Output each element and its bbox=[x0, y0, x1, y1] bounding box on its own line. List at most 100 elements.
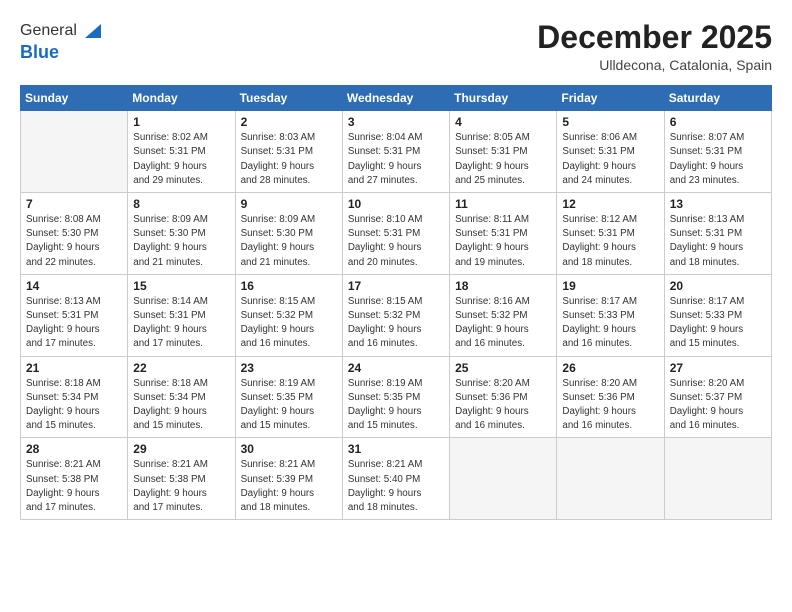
day-number: 18 bbox=[455, 279, 551, 293]
weekday-header-wednesday: Wednesday bbox=[342, 86, 449, 111]
calendar-cell: 22 Sunrise: 8:18 AMSunset: 5:34 PMDayligh… bbox=[128, 356, 235, 438]
day-number: 4 bbox=[455, 115, 551, 129]
page: General Blue December 2025 Ulldecona, Ca… bbox=[0, 0, 792, 612]
calendar-cell: 1 Sunrise: 8:02 AMSunset: 5:31 PMDaylight… bbox=[128, 111, 235, 193]
logo-blue-text: Blue bbox=[20, 42, 59, 62]
calendar-cell: 6Sunrise: 8:07 AMSunset: 5:31 PMDaylight… bbox=[664, 111, 771, 193]
day-info: Sunrise: 8:17 AMSunset: 5:33 PMDaylight:… bbox=[562, 295, 658, 352]
weekday-header-row: SundayMondayTuesdayWednesdayThursdayFrid… bbox=[21, 86, 772, 111]
day-info: Sunrise: 8:13 AMSunset: 5:31 PMDaylight:… bbox=[670, 213, 766, 270]
calendar-cell: 8 Sunrise: 8:09 AMSunset: 5:30 PMDaylight… bbox=[128, 193, 235, 275]
day-number: 16 bbox=[241, 279, 337, 293]
day-info: Sunrise: 8:12 AMSunset: 5:31 PMDaylight:… bbox=[562, 213, 658, 270]
calendar-cell: 18 Sunrise: 8:16 AMSunset: 5:32 PMDayligh… bbox=[450, 274, 557, 356]
calendar-cell: 9 Sunrise: 8:09 AMSunset: 5:30 PMDaylight… bbox=[235, 193, 342, 275]
day-number: 9 bbox=[241, 197, 337, 211]
calendar-cell bbox=[450, 438, 557, 520]
calendar-cell: 23Sunrise: 8:19 AMSunset: 5:35 PMDayligh… bbox=[235, 356, 342, 438]
day-number: 13 bbox=[670, 197, 766, 211]
day-info: Sunrise: 8:09 AMSunset: 5:30 PMDaylight:… bbox=[133, 213, 229, 270]
logo-icon bbox=[79, 20, 101, 42]
day-info: Sunrise: 8:10 AMSunset: 5:31 PMDaylight:… bbox=[348, 213, 444, 270]
calendar-week-row: 7Sunrise: 8:08 AMSunset: 5:30 PMDaylight… bbox=[21, 193, 772, 275]
day-info: Sunrise: 8:15 AMSunset: 5:32 PMDaylight:… bbox=[241, 295, 337, 352]
day-info: Sunrise: 8:13 AMSunset: 5:31 PMDaylight:… bbox=[26, 295, 122, 352]
day-number: 17 bbox=[348, 279, 444, 293]
day-info: Sunrise: 8:09 AMSunset: 5:30 PMDaylight:… bbox=[241, 213, 337, 270]
weekday-header-monday: Monday bbox=[128, 86, 235, 111]
calendar-cell bbox=[557, 438, 664, 520]
calendar-cell: 26Sunrise: 8:20 AMSunset: 5:36 PMDayligh… bbox=[557, 356, 664, 438]
day-number: 29 bbox=[133, 442, 229, 456]
calendar-cell: 30Sunrise: 8:21 AMSunset: 5:39 PMDayligh… bbox=[235, 438, 342, 520]
calendar-cell: 13 Sunrise: 8:13 AMSunset: 5:31 PMDayligh… bbox=[664, 193, 771, 275]
day-number: 3 bbox=[348, 115, 444, 129]
day-number: 1 bbox=[133, 115, 229, 129]
title-block: December 2025 Ulldecona, Catalonia, Spai… bbox=[537, 20, 772, 73]
calendar-cell: 24 Sunrise: 8:19 AMSunset: 5:35 PMDayligh… bbox=[342, 356, 449, 438]
calendar-week-row: 14 Sunrise: 8:13 AMSunset: 5:31 PMDayligh… bbox=[21, 274, 772, 356]
day-number: 12 bbox=[562, 197, 658, 211]
calendar-cell: 2Sunrise: 8:03 AMSunset: 5:31 PMDaylight… bbox=[235, 111, 342, 193]
weekday-header-tuesday: Tuesday bbox=[235, 86, 342, 111]
day-info: Sunrise: 8:17 AMSunset: 5:33 PMDaylight:… bbox=[670, 295, 766, 352]
header: General Blue December 2025 Ulldecona, Ca… bbox=[20, 20, 772, 73]
day-number: 30 bbox=[241, 442, 337, 456]
day-number: 28 bbox=[26, 442, 122, 456]
day-info: Sunrise: 8:19 AMSunset: 5:35 PMDaylight:… bbox=[348, 377, 444, 434]
calendar-week-row: 1 Sunrise: 8:02 AMSunset: 5:31 PMDaylight… bbox=[21, 111, 772, 193]
calendar-cell: 5Sunrise: 8:06 AMSunset: 5:31 PMDaylight… bbox=[557, 111, 664, 193]
calendar-cell: 16 Sunrise: 8:15 AMSunset: 5:32 PMDayligh… bbox=[235, 274, 342, 356]
calendar-cell: 15Sunrise: 8:14 AMSunset: 5:31 PMDayligh… bbox=[128, 274, 235, 356]
logo: General Blue bbox=[20, 20, 101, 63]
calendar-table: SundayMondayTuesdayWednesdayThursdayFrid… bbox=[20, 85, 772, 520]
day-number: 26 bbox=[562, 361, 658, 375]
day-number: 2 bbox=[241, 115, 337, 129]
calendar-cell: 29 Sunrise: 8:21 AMSunset: 5:38 PMDayligh… bbox=[128, 438, 235, 520]
day-info: Sunrise: 8:18 AMSunset: 5:34 PMDaylight:… bbox=[26, 377, 122, 434]
day-number: 21 bbox=[26, 361, 122, 375]
day-info: Sunrise: 8:21 AMSunset: 5:38 PMDaylight:… bbox=[133, 458, 229, 515]
calendar-cell: 28Sunrise: 8:21 AMSunset: 5:38 PMDayligh… bbox=[21, 438, 128, 520]
calendar-cell bbox=[664, 438, 771, 520]
calendar-cell: 21 Sunrise: 8:18 AMSunset: 5:34 PMDayligh… bbox=[21, 356, 128, 438]
logo-general-text: General bbox=[20, 22, 77, 40]
day-info: Sunrise: 8:14 AMSunset: 5:31 PMDaylight:… bbox=[133, 295, 229, 352]
day-info: Sunrise: 8:20 AMSunset: 5:37 PMDaylight:… bbox=[670, 377, 766, 434]
day-info: Sunrise: 8:16 AMSunset: 5:32 PMDaylight:… bbox=[455, 295, 551, 352]
day-number: 8 bbox=[133, 197, 229, 211]
day-info: Sunrise: 8:06 AMSunset: 5:31 PMDaylight:… bbox=[562, 131, 658, 188]
day-info: Sunrise: 8:11 AMSunset: 5:31 PMDaylight:… bbox=[455, 213, 551, 270]
day-info: Sunrise: 8:20 AMSunset: 5:36 PMDaylight:… bbox=[455, 377, 551, 434]
calendar-week-row: 21 Sunrise: 8:18 AMSunset: 5:34 PMDayligh… bbox=[21, 356, 772, 438]
day-number: 22 bbox=[133, 361, 229, 375]
day-info: Sunrise: 8:07 AMSunset: 5:31 PMDaylight:… bbox=[670, 131, 766, 188]
day-number: 31 bbox=[348, 442, 444, 456]
month-title: December 2025 bbox=[537, 20, 772, 55]
calendar-cell: 10 Sunrise: 8:10 AMSunset: 5:31 PMDayligh… bbox=[342, 193, 449, 275]
day-info: Sunrise: 8:04 AMSunset: 5:31 PMDaylight:… bbox=[348, 131, 444, 188]
day-number: 11 bbox=[455, 197, 551, 211]
calendar-cell: 4 Sunrise: 8:05 AMSunset: 5:31 PMDaylight… bbox=[450, 111, 557, 193]
day-info: Sunrise: 8:19 AMSunset: 5:35 PMDaylight:… bbox=[241, 377, 337, 434]
weekday-header-sunday: Sunday bbox=[21, 86, 128, 111]
day-number: 10 bbox=[348, 197, 444, 211]
day-number: 19 bbox=[562, 279, 658, 293]
day-number: 24 bbox=[348, 361, 444, 375]
calendar-week-row: 28 Sunrise: 8:21 AMSunset: 5:38 PMDayligh… bbox=[21, 438, 772, 520]
calendar-cell: 3 Sunrise: 8:04 AMSunset: 5:31 PMDaylight… bbox=[342, 111, 449, 193]
day-info: Sunrise: 8:02 AMSunset: 5:31 PMDaylight:… bbox=[133, 131, 229, 188]
weekday-header-friday: Friday bbox=[557, 86, 664, 111]
day-info: Sunrise: 8:18 AMSunset: 5:34 PMDaylight:… bbox=[133, 377, 229, 434]
weekday-header-saturday: Saturday bbox=[664, 86, 771, 111]
location: Ulldecona, Catalonia, Spain bbox=[537, 57, 772, 73]
calendar-cell: 25 Sunrise: 8:20 AMSunset: 5:36 PMDayligh… bbox=[450, 356, 557, 438]
calendar-cell: 27 Sunrise: 8:20 AMSunset: 5:37 PMDayligh… bbox=[664, 356, 771, 438]
day-number: 14 bbox=[26, 279, 122, 293]
day-info: Sunrise: 8:05 AMSunset: 5:31 PMDaylight:… bbox=[455, 131, 551, 188]
day-info: Sunrise: 8:08 AMSunset: 5:30 PMDaylight:… bbox=[26, 213, 122, 270]
calendar-cell: 19 Sunrise: 8:17 AMSunset: 5:33 PMDayligh… bbox=[557, 274, 664, 356]
day-number: 25 bbox=[455, 361, 551, 375]
calendar-cell: 7Sunrise: 8:08 AMSunset: 5:30 PMDaylight… bbox=[21, 193, 128, 275]
day-number: 27 bbox=[670, 361, 766, 375]
